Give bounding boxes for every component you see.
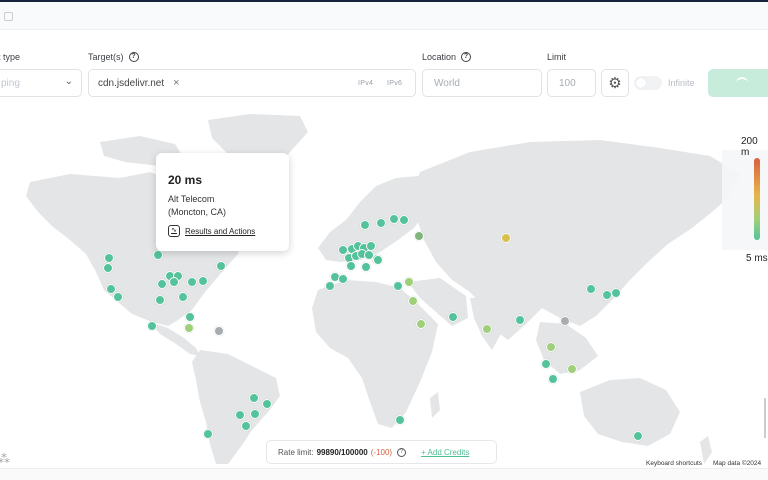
- probe-dot[interactable]: [325, 281, 335, 291]
- probe-dot[interactable]: [184, 323, 194, 333]
- probe-dot[interactable]: [541, 359, 551, 369]
- location-placeholder: World: [434, 78, 460, 89]
- legend-max: 200 m: [741, 136, 758, 158]
- limit-label: Limit: [547, 52, 567, 62]
- rate-limit-delta: (-100): [370, 447, 393, 457]
- help-icon[interactable]: ?: [128, 52, 139, 62]
- activity-icon: ∿: [168, 225, 180, 237]
- keyboard-shortcuts-link[interactable]: Keyboard shortcuts: [646, 460, 702, 467]
- probe-dot[interactable]: [414, 231, 424, 241]
- limit-placeholder: 100: [559, 78, 576, 89]
- test-type-value: ping: [1, 78, 20, 89]
- ipv6-option[interactable]: IPv6: [387, 80, 402, 87]
- chevron-down-icon: ⌄: [64, 76, 73, 87]
- targets-label: Target(s)?: [88, 52, 139, 62]
- map-data-credit: Map data ©2024: [713, 460, 762, 467]
- probe-dot[interactable]: [214, 326, 224, 336]
- world-map[interactable]: [0, 112, 768, 470]
- gear-icon: ⚙: [608, 75, 622, 92]
- tab-strip: [0, 2, 768, 30]
- probe-dot[interactable]: [360, 220, 370, 230]
- target-tag: cdn.jsdelivr.net ×: [98, 78, 180, 90]
- probe-dot[interactable]: [395, 415, 405, 425]
- help-icon[interactable]: ?: [397, 447, 407, 457]
- probe-dot[interactable]: [169, 277, 179, 287]
- probe-dot-selected[interactable]: [216, 261, 226, 271]
- probe-dot[interactable]: [262, 399, 272, 409]
- probe-dot[interactable]: [338, 274, 348, 284]
- probe-dot[interactable]: [389, 214, 399, 224]
- probe-dot[interactable]: [548, 374, 558, 384]
- rate-limit-label: Rate limit:: [278, 447, 314, 457]
- legend-panel: [722, 150, 768, 250]
- probe-dot[interactable]: [185, 312, 195, 322]
- window-icon: [4, 12, 13, 21]
- results-actions-label: Results and Actions: [185, 226, 256, 236]
- probe-dot[interactable]: [198, 276, 208, 286]
- tooltip-location: (Moncton, CA): [168, 207, 227, 217]
- probe-dot[interactable]: [546, 342, 556, 352]
- probe-dot[interactable]: [103, 263, 113, 273]
- test-type-select[interactable]: ping ⌄: [0, 69, 82, 97]
- probe-dot[interactable]: [482, 324, 492, 334]
- probe-dot[interactable]: [157, 279, 167, 289]
- probe-dot[interactable]: [249, 393, 259, 403]
- target-tag-label: cdn.jsdelivr.net: [98, 78, 165, 89]
- close-icon[interactable]: ×: [173, 78, 179, 89]
- probe-dot[interactable]: [178, 292, 188, 302]
- targets-input[interactable]: cdn.jsdelivr.net × IPv4 IPv6: [88, 69, 416, 97]
- bottom-bar: [0, 468, 768, 480]
- location-input[interactable]: World: [422, 69, 542, 97]
- probe-dot[interactable]: [373, 255, 383, 265]
- probe-dot[interactable]: [361, 262, 371, 272]
- probe-dot[interactable]: [155, 295, 165, 305]
- probe-dot[interactable]: [376, 218, 386, 228]
- tooltip-isp: Alt Telecom: [168, 194, 215, 204]
- probe-dot[interactable]: [393, 281, 403, 291]
- rate-limit-bar: Rate limit: 99890/100000 (-100) ? + Add …: [266, 440, 497, 464]
- spinner-icon: [736, 77, 748, 89]
- map-logo-icon: ⁂: [0, 452, 12, 466]
- probe-dot[interactable]: [611, 288, 621, 298]
- infinite-label: Infinite: [668, 78, 695, 88]
- results-actions-link[interactable]: ∿ Results and Actions: [168, 225, 255, 237]
- limit-input[interactable]: 100: [547, 69, 596, 97]
- toggle-knob: [636, 78, 646, 88]
- latency-legend-bar: [754, 158, 760, 240]
- probe-dot[interactable]: [104, 253, 114, 263]
- probe-dot[interactable]: [346, 261, 356, 271]
- probe-dot[interactable]: [147, 321, 157, 331]
- probe-dot[interactable]: [250, 409, 260, 419]
- test-type-label: t type: [0, 52, 21, 62]
- probe-dot[interactable]: [408, 296, 418, 306]
- probe-dot[interactable]: [153, 250, 163, 260]
- probe-dot[interactable]: [241, 421, 251, 431]
- probe-dot[interactable]: [448, 312, 458, 322]
- probe-dot[interactable]: [203, 429, 213, 439]
- probe-dot[interactable]: [560, 316, 570, 326]
- probe-dot[interactable]: [515, 315, 525, 325]
- run-button[interactable]: [708, 69, 768, 97]
- probe-dot[interactable]: [404, 277, 414, 287]
- legend-min: 5 ms: [746, 253, 768, 264]
- infinite-toggle[interactable]: [634, 76, 662, 90]
- probe-dot[interactable]: [416, 319, 426, 329]
- probe-dot[interactable]: [187, 277, 197, 287]
- ipv4-option[interactable]: IPv4: [358, 80, 373, 87]
- location-label: Location?: [422, 52, 472, 62]
- probe-dot[interactable]: [113, 292, 123, 302]
- probe-tooltip: 20 ms Alt Telecom (Moncton, CA) ∿ Result…: [156, 153, 289, 251]
- tooltip-latency: 20 ms: [168, 173, 203, 187]
- add-credits-link[interactable]: + Add Credits: [421, 448, 469, 457]
- scrollbar[interactable]: [764, 398, 766, 438]
- probe-dot[interactable]: [633, 431, 643, 441]
- help-icon[interactable]: ?: [461, 52, 472, 62]
- rate-limit-value: 99890/100000: [316, 447, 368, 457]
- probe-dot[interactable]: [501, 233, 511, 243]
- probe-dot[interactable]: [586, 284, 596, 294]
- probe-dot[interactable]: [567, 364, 577, 374]
- settings-button[interactable]: ⚙: [601, 69, 629, 97]
- probe-dot[interactable]: [235, 410, 245, 420]
- probe-dot[interactable]: [399, 215, 409, 225]
